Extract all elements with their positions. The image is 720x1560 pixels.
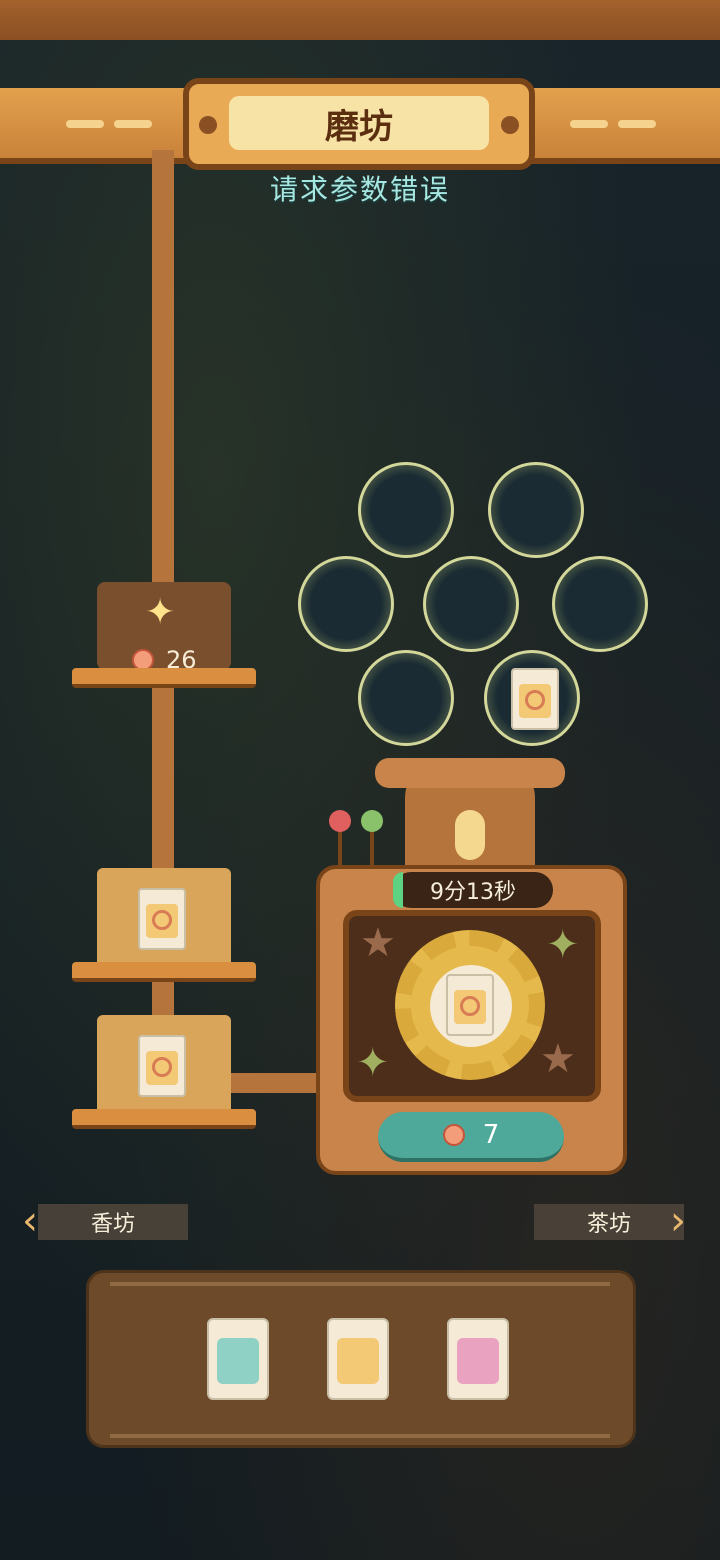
cost-value: 7 [482,1120,500,1150]
star-icon: ✦ [546,922,580,968]
spider-packet[interactable] [447,1318,509,1400]
timer-display: 9分13秒 [393,872,553,908]
pipe [220,1073,330,1093]
spiral-packet-icon [511,668,559,730]
slot-bubble[interactable] [488,462,584,558]
speed-up-button[interactable]: 7 [378,1112,564,1162]
beam-dash [570,120,608,128]
lever-handle[interactable] [455,810,485,860]
slot-bubble[interactable] [552,556,648,652]
beam-dash [618,120,656,128]
slot-bubble[interactable] [298,556,394,652]
beam-dash [66,120,104,128]
bee-packet[interactable] [207,1318,269,1400]
chevron-right-icon[interactable]: › [670,1198,686,1244]
bee-icon [217,1338,259,1384]
beam-dash [114,120,152,128]
slot-bubble-filled[interactable] [484,650,580,746]
slot-bubble[interactable] [423,556,519,652]
title-sign: 磨坊 [183,78,535,170]
spiral-icon [337,1338,379,1384]
shelf [72,962,256,982]
screw-icon [199,116,217,134]
star-icon: ★ [540,1036,576,1082]
nav-left-tab[interactable]: 香坊 [38,1204,188,1240]
sparkle-icon: ✦ [145,592,176,633]
nav-right-tab[interactable]: 茶坊 [534,1204,684,1240]
green-knob [361,810,383,832]
spiral-packet[interactable] [327,1318,389,1400]
shelf [72,668,256,688]
spiral-packet-icon [446,974,494,1036]
star-icon: ★ [360,920,396,966]
error-message: 请求参数错误 [269,173,450,206]
flower-coin-icon [442,1124,465,1146]
chevron-left-icon[interactable]: ‹ [22,1198,38,1244]
spiral-packet-icon [138,888,186,950]
slot-bubble[interactable] [358,462,454,558]
slot-bubble[interactable] [358,650,454,746]
red-knob [329,810,351,832]
spider-icon [457,1338,499,1384]
screw-icon [501,116,519,134]
star-icon: ✦ [356,1040,390,1086]
timer-progress [393,872,403,908]
shelf [72,1109,256,1129]
tray-stitch [110,1434,610,1438]
tray-stitch [110,1282,610,1286]
spiral-packet-icon [138,1035,186,1097]
top-wood-frame [0,0,720,40]
page-title: 磨坊 [229,96,489,150]
